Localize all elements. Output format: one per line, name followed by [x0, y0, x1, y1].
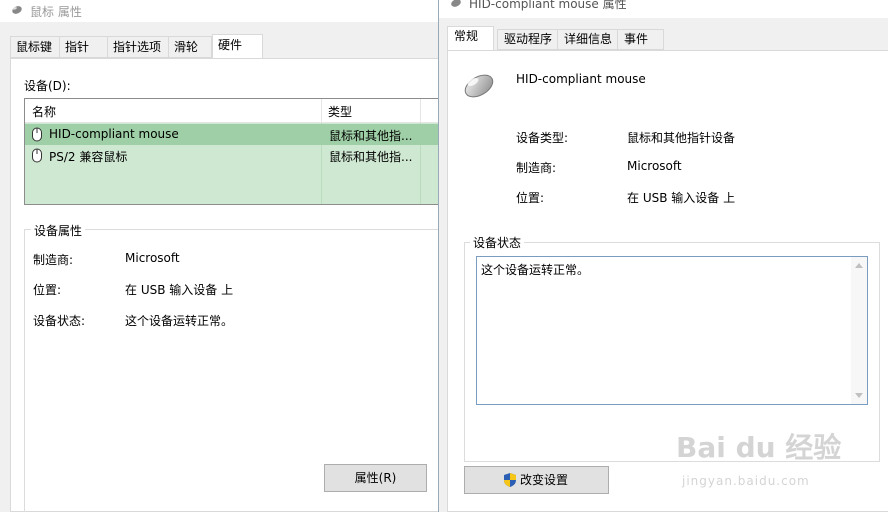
- tab-buttons[interactable]: 鼠标键: [10, 36, 60, 58]
- tab-pointer-options[interactable]: 指针选项: [107, 36, 169, 58]
- button-label: 改变设置: [520, 473, 569, 487]
- scroll-down-arrow-icon[interactable]: [855, 393, 863, 398]
- device-name-heading: HID-compliant mouse: [516, 72, 646, 86]
- scrollbar[interactable]: [851, 257, 867, 404]
- window-title: 鼠标 属性: [30, 5, 82, 19]
- watermark-logo: Bai du 经验: [676, 431, 842, 464]
- mouse-icon: [31, 127, 43, 142]
- column-divider[interactable]: [321, 99, 322, 123]
- watermark-url: jingyan.baidu.com: [682, 474, 810, 488]
- tab-hardware[interactable]: 硬件: [212, 34, 263, 59]
- device-type: 鼠标和其他指...: [329, 150, 413, 164]
- status-label: 设备状态:: [33, 314, 86, 328]
- location-label: 位置:: [516, 191, 545, 205]
- tab-wheel[interactable]: 滑轮: [168, 36, 212, 58]
- group-title: 设备属性: [31, 222, 86, 239]
- location-label: 位置:: [33, 283, 62, 297]
- change-settings-button[interactable]: 改变设置: [464, 466, 609, 494]
- mouse-properties-window: 鼠标 属性 鼠标键 指针 指针选项 滑轮 硬件 设备(D): 名称 类型 HID…: [0, 0, 441, 512]
- mouse-icon: [31, 148, 43, 163]
- device-name: PS/2 兼容鼠标: [49, 150, 128, 164]
- tab-driver[interactable]: 驱动程序: [497, 29, 558, 50]
- tab-events[interactable]: 事件: [617, 29, 664, 50]
- devices-label: 设备(D):: [24, 79, 71, 93]
- manufacturer-label: 制造商:: [33, 253, 74, 267]
- shield-icon: [503, 472, 517, 488]
- status-textbox[interactable]: 这个设备运转正常。: [476, 256, 868, 405]
- window-title: HID-compliant mouse 属性: [469, 0, 627, 11]
- mouse-icon: [9, 2, 25, 16]
- manufacturer-value: Microsoft: [125, 251, 180, 265]
- list-header: 名称 类型: [25, 99, 440, 123]
- device-name: HID-compliant mouse: [49, 127, 179, 141]
- location-value: 在 USB 输入设备 上: [627, 191, 736, 205]
- device-type: 鼠标和其他指...: [329, 129, 413, 143]
- tab-general[interactable]: 常规: [447, 26, 494, 51]
- device-type-value: 鼠标和其他指针设备: [627, 131, 736, 145]
- scroll-up-arrow-icon[interactable]: [855, 263, 863, 268]
- tab-pointers[interactable]: 指针: [59, 36, 108, 58]
- device-row-ps2-mouse[interactable]: PS/2 兼容鼠标 鼠标和其他指...: [25, 145, 440, 166]
- status-value: 这个设备运转正常。: [125, 314, 234, 328]
- mouse-icon: [448, 0, 464, 9]
- device-type-label: 设备类型:: [516, 131, 569, 145]
- properties-button[interactable]: 属性(R): [324, 464, 427, 492]
- column-header-type[interactable]: 类型: [328, 103, 352, 120]
- device-mouse-icon: [461, 68, 497, 103]
- title-bar[interactable]: HID-compliant mouse 属性: [439, 0, 888, 18]
- device-row-hid-mouse[interactable]: HID-compliant mouse 鼠标和其他指...: [25, 124, 440, 145]
- status-text: 这个设备运转正常。: [481, 263, 590, 277]
- column-header-name[interactable]: 名称: [32, 103, 56, 120]
- device-list[interactable]: 名称 类型 HID-compliant mouse 鼠标和其他指... PS/2…: [24, 98, 441, 205]
- location-value: 在 USB 输入设备 上: [125, 283, 234, 297]
- group-title: 设备状态: [470, 234, 525, 251]
- manufacturer-value: Microsoft: [627, 159, 682, 173]
- column-divider[interactable]: [420, 99, 421, 123]
- manufacturer-label: 制造商:: [516, 161, 557, 175]
- title-bar[interactable]: 鼠标 属性: [0, 0, 440, 22]
- tab-details[interactable]: 详细信息: [557, 29, 618, 50]
